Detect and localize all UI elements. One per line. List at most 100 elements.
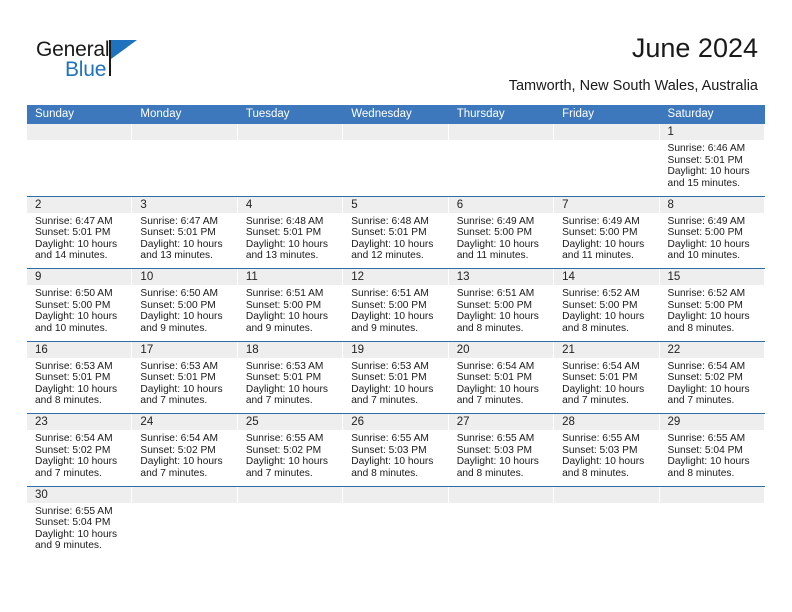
sunrise-text: Sunrise: 6:46 AM [667,143,746,154]
sunrise-text: Sunrise: 6:51 AM [351,288,429,299]
calendar-day-cell[interactable]: 6 Sunrise: 6:49 AM Sunset: 5:00 PM Daylight… [448,196,555,268]
sunset-text: Sunset: 5:01 PM [562,372,638,384]
calendar-day-cell[interactable]: 21 Sunrise: 6:54 AM Sunset: 5:01 PM Dayligh… [554,341,660,413]
sunrise-text: Sunrise: 6:54 AM [456,360,535,372]
calendar-day-cell[interactable]: 28 Sunrise: 6:55 AM Sunset: 5:03 PM Dayligh… [554,414,660,486]
sunset-text: Sunset: 5:00 PM [562,299,638,311]
day-number: 5 [343,196,449,213]
page-header: General Blue June 2024 Tamworth, New Sou… [0,0,792,102]
sunrise-text: Sunrise: 6:48 AM [351,215,429,227]
calendar-day-cell[interactable]: 7 Sunrise: 6:49 AM Sunset: 5:00 PM Daylight… [554,196,660,268]
daylight-text-line1: Daylight: 10 hours [245,456,328,468]
daylight-text-line1: Daylight: 10 hours [456,456,539,468]
calendar-day-cell[interactable]: 30 Sunrise: 6:55 AM Sunset: 5:04 PM Dayligh… [27,486,133,558]
calendar-day-cell[interactable]: 1 Sunrise: 6:46 AM Sunset: 5:01 PM Daylight… [659,124,765,196]
calendar-day-cell[interactable]: 3 Sunrise: 6:47 AM Sunset: 5:01 PM Daylight… [132,196,238,268]
calendar-day-cell[interactable]: 11 Sunrise: 6:51 AM Sunset: 5:00 PM Dayligh… [237,269,344,341]
daylight-text-line1: Daylight: 10 hours [245,238,328,250]
sunset-text: Sunset: 5:01 PM [140,227,216,239]
calendar-day-cell-empty [448,486,555,558]
day-number: 18 [237,341,344,358]
calendar-day-cell[interactable]: 25 Sunrise: 6:55 AM Sunset: 5:02 PM Dayligh… [237,414,344,486]
calendar-day-cell[interactable]: 24 Sunrise: 6:54 AM Sunset: 5:02 PM Dayligh… [132,414,238,486]
calendar-day-cell-empty [554,486,660,558]
sunset-text: Sunset: 5:01 PM [245,227,322,239]
daylight-text-line1: Daylight: 10 hours [351,238,434,250]
calendar-day-cell[interactable]: 2 Sunrise: 6:47 AM Sunset: 5:01 PM Daylight… [27,196,133,268]
sunset-text: Sunset: 5:00 PM [35,299,111,311]
day-sun-info: Sunrise: 6:49 AM Sunset: 5:00 PM Daylight:… [554,213,659,262]
daylight-text-line1: Daylight: 10 hours [245,311,328,323]
day-number: 12 [343,269,449,285]
calendar-day-cell[interactable]: 22 Sunrise: 6:54 AM Sunset: 5:02 PM Dayligh… [659,341,765,413]
sunrise-text: Sunrise: 6:49 AM [667,215,746,227]
daylight-text-line1: Daylight: 10 hours [667,166,750,178]
day-number: 11 [237,269,344,285]
day-number: 26 [343,414,449,430]
calendar-day-cell[interactable]: 26 Sunrise: 6:55 AM Sunset: 5:03 PM Dayligh… [343,414,449,486]
sunrise-text: Sunrise: 6:47 AM [35,215,113,227]
sunrise-text: Sunrise: 6:50 AM [140,288,219,299]
day-sun-info: Sunrise: 6:54 AM Sunset: 5:02 PM Daylight:… [660,358,765,407]
calendar-day-cell-empty [448,124,555,196]
sunset-text: Sunset: 5:01 PM [140,372,216,384]
calendar-day-cell[interactable]: 13 Sunrise: 6:51 AM Sunset: 5:00 PM Dayligh… [448,269,555,341]
sunrise-text: Sunrise: 6:52 AM [667,288,746,299]
calendar-grid: Sunday Monday Tuesday Wednesday Thursday… [27,105,765,558]
daylight-text-line1: Daylight: 10 hours [140,311,223,323]
daylight-text-line2: and 7 minutes. [140,395,208,407]
day-number [659,486,765,503]
daylight-text-line2: and 11 minutes. [456,250,529,262]
day-sun-info: Sunrise: 6:51 AM Sunset: 5:00 PM Daylight:… [449,285,554,334]
day-number: 27 [448,414,555,430]
calendar-day-cell[interactable]: 12 Sunrise: 6:51 AM Sunset: 5:00 PM Dayligh… [343,269,449,341]
daylight-text-line2: and 12 minutes. [351,250,424,262]
page-title: June 2024 [631,33,758,63]
daylight-text-line2: and 7 minutes. [245,395,313,407]
sunset-text: Sunset: 5:00 PM [562,227,638,239]
calendar-day-cell[interactable]: 19 Sunrise: 6:53 AM Sunset: 5:01 PM Dayligh… [343,341,449,413]
sunset-text: Sunset: 5:03 PM [351,444,427,456]
calendar-day-cell[interactable]: 4 Sunrise: 6:48 AM Sunset: 5:01 PM Daylight… [237,196,344,268]
day-sun-info: Sunrise: 6:49 AM Sunset: 5:00 PM Daylight:… [449,213,554,262]
day-number: 1 [659,124,765,140]
day-sun-info: Sunrise: 6:55 AM Sunset: 5:04 PM Daylight:… [660,430,765,479]
calendar-day-cell[interactable]: 10 Sunrise: 6:50 AM Sunset: 5:00 PM Dayligh… [132,269,238,341]
day-number: 24 [132,414,238,430]
calendar-day-cell[interactable]: 8 Sunrise: 6:49 AM Sunset: 5:00 PM Daylight… [659,196,765,268]
day-number: 19 [343,341,449,358]
calendar-day-cell[interactable]: 14 Sunrise: 6:52 AM Sunset: 5:00 PM Dayligh… [554,269,660,341]
brand-logo[interactable]: General Blue [36,38,216,86]
day-sun-info: Sunrise: 6:55 AM Sunset: 5:03 PM Daylight:… [343,430,448,479]
day-number: 10 [132,269,238,285]
calendar-day-cell-empty [237,124,344,196]
day-number [132,486,238,503]
calendar-day-cell[interactable]: 27 Sunrise: 6:55 AM Sunset: 5:03 PM Dayligh… [448,414,555,486]
calendar-day-cell[interactable]: 20 Sunrise: 6:54 AM Sunset: 5:01 PM Dayligh… [448,341,555,413]
daylight-text-line2: and 13 minutes. [140,250,213,262]
daylight-text-line1: Daylight: 10 hours [667,238,750,250]
sunrise-text: Sunrise: 6:49 AM [562,215,640,227]
calendar-day-cell[interactable]: 17 Sunrise: 6:53 AM Sunset: 5:01 PM Dayligh… [132,341,238,413]
sunrise-text: Sunrise: 6:53 AM [35,360,113,372]
day-number: 25 [237,414,344,430]
calendar-day-cell[interactable]: 23 Sunrise: 6:54 AM Sunset: 5:02 PM Dayligh… [27,414,133,486]
calendar-day-cell[interactable]: 5 Sunrise: 6:48 AM Sunset: 5:01 PM Daylight… [343,196,449,268]
calendar-day-cell[interactable]: 18 Sunrise: 6:53 AM Sunset: 5:01 PM Dayligh… [237,341,344,413]
sunset-text: Sunset: 5:00 PM [245,299,322,311]
calendar-day-cell-empty [132,124,238,196]
sunset-text: Sunset: 5:04 PM [35,517,111,529]
day-number: 3 [132,196,238,213]
sunrise-text: Sunrise: 6:48 AM [245,215,324,227]
calendar-day-cell[interactable]: 15 Sunrise: 6:52 AM Sunset: 5:00 PM Dayligh… [659,269,765,341]
brand-name-blue: Blue [65,58,107,81]
calendar-day-cell[interactable]: 9 Sunrise: 6:50 AM Sunset: 5:00 PM Daylight… [27,269,133,341]
day-number [343,486,449,503]
day-sun-info: Sunrise: 6:51 AM Sunset: 5:00 PM Daylight:… [238,285,343,334]
calendar-day-cell[interactable]: 16 Sunrise: 6:53 AM Sunset: 5:01 PM Dayligh… [27,341,133,413]
sunset-text: Sunset: 5:00 PM [351,299,427,311]
day-sun-info: Sunrise: 6:54 AM Sunset: 5:02 PM Daylight:… [27,430,132,479]
sunset-text: Sunset: 5:00 PM [667,299,743,311]
daylight-text-line2: and 7 minutes. [456,395,524,407]
calendar-day-cell[interactable]: 29 Sunrise: 6:55 AM Sunset: 5:04 PM Dayligh… [659,414,765,486]
